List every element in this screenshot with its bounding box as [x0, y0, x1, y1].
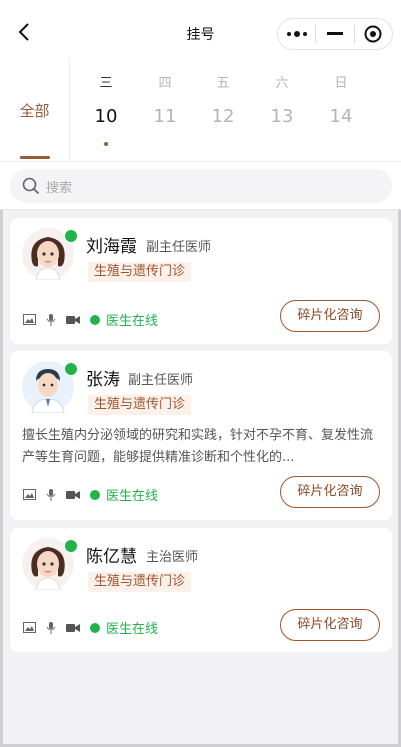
search-input[interactable]: 搜索 — [10, 169, 392, 203]
doctor-card[interactable]: 刘海霞 副主任医师 生殖与遗传门诊 医生在线 碎片化咨询 — [10, 218, 392, 344]
day-date: 10 — [94, 106, 118, 127]
male-doctor-avatar — [22, 361, 78, 414]
doctor-rank: 主治医师 — [146, 550, 199, 565]
online-badge-icon — [64, 229, 78, 243]
department-tag: 生殖与遗传门诊 — [88, 395, 192, 415]
video-icon — [66, 621, 80, 635]
date-selector: 全部 三 10 四 11 五 12 六 13 日 14 — [0, 58, 401, 162]
search-icon — [22, 177, 40, 195]
department-tag: 生殖与遗传门诊 — [88, 572, 192, 592]
online-status-text: 医生在线 — [106, 314, 159, 329]
day-weekday: 六 — [275, 76, 289, 91]
day-weekday: 日 — [334, 76, 348, 91]
doctor-card[interactable]: 陈亿慧 主治医师 生殖与遗传门诊 医生在线 碎片化咨询 — [10, 528, 392, 652]
minimize-icon[interactable] — [316, 19, 353, 49]
day-item[interactable]: 六 13 — [253, 58, 311, 161]
consult-button[interactable]: 碎片化咨询 — [280, 609, 380, 641]
day-item[interactable]: 五 12 — [194, 58, 252, 161]
online-dot-icon — [90, 622, 100, 633]
microphone-icon — [44, 621, 58, 635]
online-dot-icon — [90, 314, 100, 325]
mini-program-capsule — [277, 18, 393, 50]
microphone-icon — [44, 488, 58, 502]
online-status: 医生在线 — [90, 310, 158, 329]
doctor-name: 陈亿慧 — [86, 547, 137, 567]
doctor-rank: 副主任医师 — [146, 240, 212, 255]
day-date: 11 — [153, 106, 177, 127]
day-item[interactable]: 三 10 — [77, 58, 135, 161]
search-placeholder: 搜索 — [46, 180, 73, 196]
online-status: 医生在线 — [90, 618, 158, 637]
online-badge-icon — [64, 362, 78, 376]
doctor-rank: 副主任医师 — [128, 373, 194, 388]
online-dot-icon — [90, 489, 100, 500]
microphone-icon — [44, 313, 58, 327]
doctor-name: 张涛 — [86, 370, 120, 390]
frame-border — [0, 210, 3, 747]
consult-button[interactable]: 碎片化咨询 — [280, 476, 380, 508]
day-date: 12 — [211, 106, 235, 127]
close-target-icon[interactable] — [355, 19, 392, 49]
day-weekday: 四 — [158, 76, 172, 91]
female-doctor-avatar — [22, 538, 78, 591]
tab-all-label: 全部 — [19, 102, 50, 120]
online-status: 医生在线 — [90, 485, 158, 504]
day-date: 14 — [329, 106, 353, 127]
service-icons: 医生在线 — [22, 310, 158, 329]
video-icon — [66, 313, 80, 327]
image-icon — [22, 488, 36, 502]
consult-button[interactable]: 碎片化咨询 — [280, 300, 380, 332]
online-status-text: 医生在线 — [106, 489, 159, 504]
day-weekday: 三 — [99, 76, 113, 91]
image-icon — [22, 313, 36, 327]
department-tag: 生殖与遗传门诊 — [88, 262, 192, 282]
day-weekday: 五 — [216, 76, 230, 91]
service-icons: 医生在线 — [22, 485, 158, 504]
video-icon — [66, 488, 80, 502]
day-item[interactable]: 日 14 — [312, 58, 370, 161]
doctor-name: 刘海霞 — [86, 237, 137, 257]
tab-active-indicator — [20, 156, 50, 159]
image-icon — [22, 621, 36, 635]
doctor-description: 擅长生殖内分泌领域的研究和实践，针对不孕不育、复发性流产等生育问题，能够提供精准… — [22, 428, 374, 465]
availability-dot — [104, 142, 108, 146]
more-icon[interactable] — [278, 19, 315, 49]
top-nav-bar: 挂号 — [0, 0, 401, 58]
tab-all[interactable]: 全部 — [0, 58, 70, 161]
search-bar: 搜索 — [0, 162, 401, 210]
female-doctor-avatar — [22, 228, 78, 281]
day-item[interactable]: 四 11 — [136, 58, 194, 161]
online-badge-icon — [64, 539, 78, 553]
online-status-text: 医生在线 — [106, 622, 159, 637]
doctor-card[interactable]: 张涛 副主任医师 生殖与遗传门诊 擅长生殖内分泌领域的研究和实践，针对不孕不育、… — [10, 351, 392, 520]
service-icons: 医生在线 — [22, 618, 158, 637]
day-date: 13 — [270, 106, 294, 127]
